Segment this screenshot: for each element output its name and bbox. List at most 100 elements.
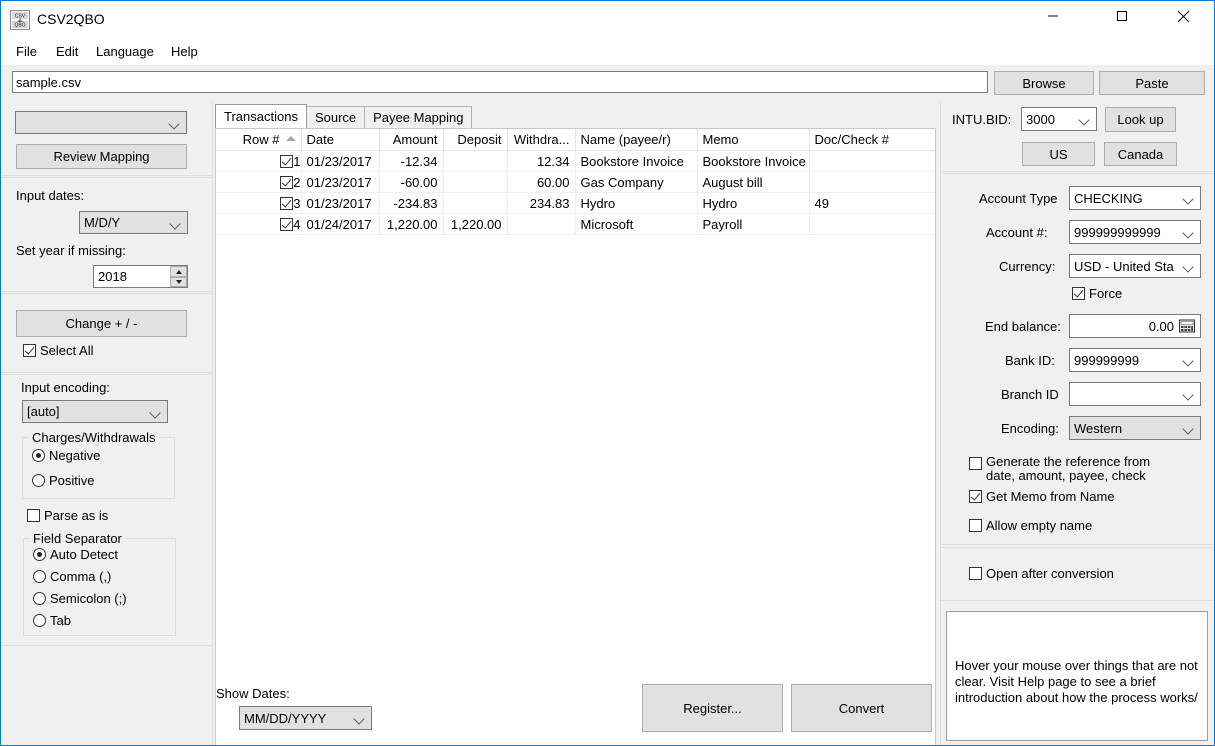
- show-dates-label: Show Dates:: [216, 686, 290, 701]
- branch-id-select[interactable]: [1069, 382, 1201, 406]
- column-header-name[interactable]: Name (payee/r): [575, 129, 698, 151]
- stepper-up-icon[interactable]: [170, 266, 187, 277]
- tab-payee-mapping[interactable]: Payee Mapping: [364, 106, 473, 128]
- tip-text: Hover your mouse over things that are no…: [955, 658, 1198, 705]
- menu-bar: File Edit Language Help: [1, 39, 1214, 65]
- row-checkbox[interactable]: [280, 154, 294, 168]
- encoding-select[interactable]: Western: [1069, 416, 1201, 440]
- bank-id-select[interactable]: 999999999: [1069, 348, 1201, 372]
- separator-auto-radio[interactable]: Auto Detect: [33, 547, 118, 562]
- generate-reference-checkbox[interactable]: Generate the reference from date, amount…: [969, 455, 1166, 483]
- separator-semicolon-radio[interactable]: Semicolon (;): [33, 591, 127, 606]
- input-dates-select[interactable]: M/D/Y: [79, 211, 188, 234]
- cell-deposit: 1,220.00: [443, 213, 508, 235]
- row-select-cell[interactable]: 4: [216, 213, 302, 235]
- app-icon: CSV QBO: [10, 10, 30, 30]
- row-checkbox[interactable]: [280, 175, 294, 189]
- column-header-memo[interactable]: Memo: [697, 129, 810, 151]
- set-year-stepper[interactable]: [170, 266, 187, 287]
- radio-circle: [33, 548, 46, 561]
- table-row[interactable]: 1 01/23/2017 -12.34 12.34 Bookstore Invo…: [216, 150, 935, 172]
- tab-source[interactable]: Source: [305, 106, 366, 128]
- row-select-cell[interactable]: 1: [216, 150, 302, 172]
- checkbox-box: [969, 567, 982, 580]
- checkbox-box: [1072, 287, 1085, 300]
- row-number: 4: [293, 216, 301, 232]
- row-checkbox[interactable]: [280, 217, 294, 231]
- cell-withdrawal: [507, 213, 576, 235]
- end-balance-input[interactable]: 0.00: [1069, 314, 1201, 338]
- browse-button[interactable]: Browse: [994, 71, 1094, 95]
- checkbox-box: [27, 509, 40, 522]
- show-dates-select[interactable]: MM/DD/YYYY: [239, 706, 372, 730]
- charges-positive-radio[interactable]: Positive: [32, 473, 95, 488]
- account-type-select[interactable]: CHECKING: [1069, 186, 1201, 210]
- cell-amount: -60.00: [379, 171, 444, 193]
- calculator-icon[interactable]: [1179, 319, 1195, 333]
- set-year-label: Set year if missing:: [16, 243, 126, 258]
- canada-button[interactable]: Canada: [1104, 142, 1177, 166]
- force-checkbox[interactable]: Force: [1072, 287, 1122, 301]
- column-header-withdrawal[interactable]: Withdra...: [507, 129, 576, 151]
- row-number: 1: [293, 153, 301, 169]
- row-checkbox[interactable]: [280, 196, 294, 210]
- minimize-button[interactable]: [1030, 1, 1076, 31]
- column-header-row-number[interactable]: Row #: [216, 129, 302, 151]
- maximize-button[interactable]: [1099, 1, 1145, 31]
- review-mapping-button[interactable]: Review Mapping: [16, 144, 187, 169]
- register-button[interactable]: Register...: [642, 684, 783, 732]
- us-button[interactable]: US: [1022, 142, 1095, 166]
- currency-select[interactable]: USD - United Sta: [1069, 254, 1201, 278]
- stepper-down-icon[interactable]: [170, 276, 187, 287]
- tab-transactions[interactable]: Transactions: [215, 104, 307, 128]
- file-path-input[interactable]: [12, 71, 988, 93]
- checkbox-box: [969, 457, 982, 470]
- input-encoding-select[interactable]: [auto]: [22, 400, 168, 423]
- column-label: Row #: [242, 132, 280, 147]
- table-row[interactable]: 4 01/24/2017 1,220.00 1,220.00 Microsoft…: [216, 213, 935, 235]
- menu-language[interactable]: Language: [89, 42, 161, 62]
- intu-bid-select[interactable]: 3000: [1021, 107, 1097, 131]
- column-header-deposit[interactable]: Deposit: [443, 129, 508, 151]
- open-after-conversion-label: Open after conversion: [986, 566, 1114, 581]
- cell-amount: -12.34: [379, 150, 444, 172]
- row-select-cell[interactable]: 3: [216, 192, 302, 214]
- row-select-cell[interactable]: 2: [216, 171, 302, 193]
- table-row[interactable]: 3 01/23/2017 -234.83 234.83 Hydro Hydro …: [216, 192, 935, 214]
- column-header-amount[interactable]: Amount: [379, 129, 444, 151]
- menu-edit[interactable]: Edit: [49, 42, 85, 62]
- lookup-button[interactable]: Look up: [1105, 107, 1176, 132]
- column-header-doc-check[interactable]: Doc/Check #: [809, 129, 935, 151]
- parse-as-is-checkbox[interactable]: Parse as is: [27, 509, 108, 523]
- account-number-select[interactable]: 999999999999: [1069, 220, 1201, 244]
- encoding-value: Western: [1074, 420, 1123, 436]
- close-button[interactable]: [1160, 1, 1206, 31]
- charges-positive-label: Positive: [49, 473, 95, 488]
- select-all-checkbox[interactable]: Select All: [23, 344, 93, 358]
- mapping-select[interactable]: [15, 111, 187, 134]
- get-memo-checkbox[interactable]: Get Memo from Name: [969, 490, 1115, 504]
- table-header-row: Row # Date Amount Deposit Withdra... Nam…: [216, 129, 935, 151]
- menu-file[interactable]: File: [9, 42, 44, 62]
- table-row[interactable]: 2 01/23/2017 -60.00 60.00 Gas Company Au…: [216, 171, 935, 193]
- separator-comma-radio[interactable]: Comma (,): [33, 569, 111, 584]
- account-number-value: 999999999999: [1074, 224, 1161, 240]
- cell-name: Microsoft: [575, 213, 698, 235]
- allow-empty-name-checkbox[interactable]: Allow empty name: [969, 519, 1092, 533]
- charges-negative-radio[interactable]: Negative: [32, 448, 100, 463]
- column-header-date[interactable]: Date: [301, 129, 380, 151]
- separator-tab-radio[interactable]: Tab: [33, 613, 71, 628]
- bank-id-value: 999999999: [1074, 352, 1140, 368]
- open-after-conversion-checkbox[interactable]: Open after conversion: [969, 567, 1114, 581]
- cell-deposit: [443, 150, 508, 172]
- generate-reference-label: Generate the reference from date, amount…: [986, 454, 1151, 483]
- row-number: 3: [293, 195, 301, 211]
- menu-help[interactable]: Help: [164, 42, 205, 62]
- change-sign-button[interactable]: Change + / -: [16, 310, 187, 337]
- close-icon: [1177, 10, 1189, 22]
- convert-button[interactable]: Convert: [791, 684, 932, 732]
- file-path-row: Browse Paste: [1, 65, 1214, 100]
- separator-auto-label: Auto Detect: [50, 547, 118, 562]
- transactions-grid[interactable]: Row # Date Amount Deposit Withdra... Nam…: [215, 128, 936, 745]
- paste-button[interactable]: Paste: [1099, 71, 1205, 95]
